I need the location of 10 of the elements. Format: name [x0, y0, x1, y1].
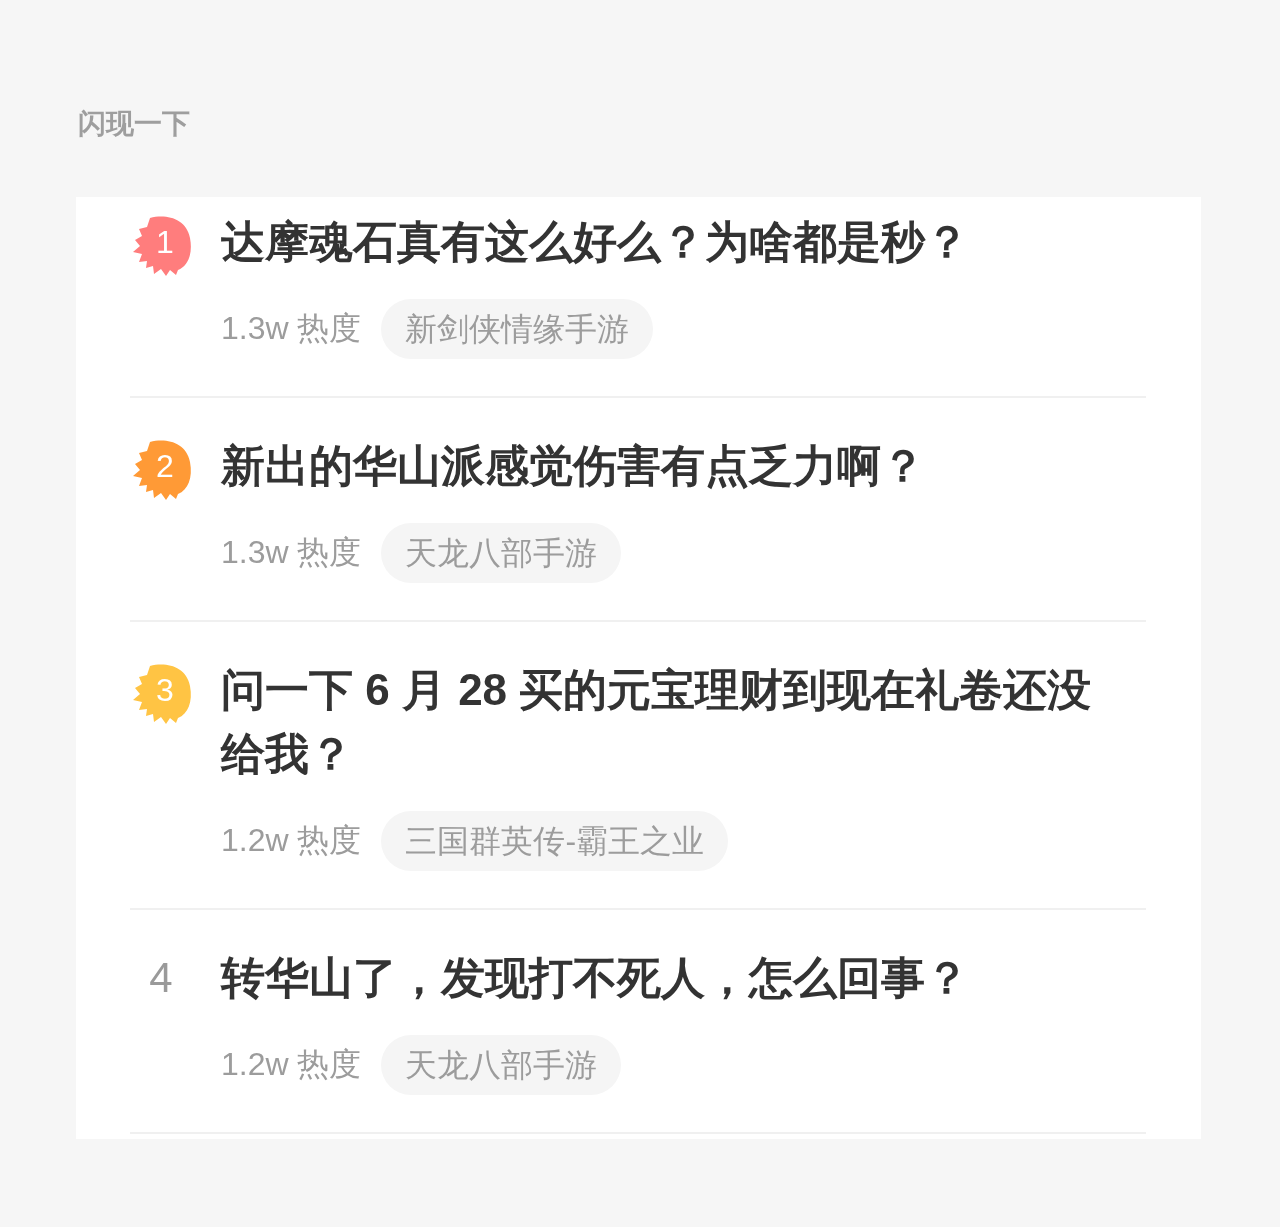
question-title[interactable]: 新出的华山派感觉伤害有点乏力啊？ [221, 434, 1116, 498]
heat-count: 1.2w 热度 [221, 1045, 362, 1084]
rank-number: 4 [149, 953, 173, 1003]
question-title[interactable]: 转华山了，发现打不死人，怎么回事？ [221, 946, 1116, 1010]
question-title[interactable]: 问一下 6 月 28 买的元宝理财到现在礼卷还没给我？ [221, 658, 1116, 786]
heat-count: 1.3w 热度 [221, 309, 362, 348]
section-title: 闪现一下 [78, 107, 190, 141]
heat-count: 1.2w 热度 [221, 821, 362, 860]
question-title[interactable]: 达摩魂石真有这么好么？为啥都是秒？ [221, 210, 1116, 274]
heat-count: 1.3w 热度 [221, 533, 362, 572]
